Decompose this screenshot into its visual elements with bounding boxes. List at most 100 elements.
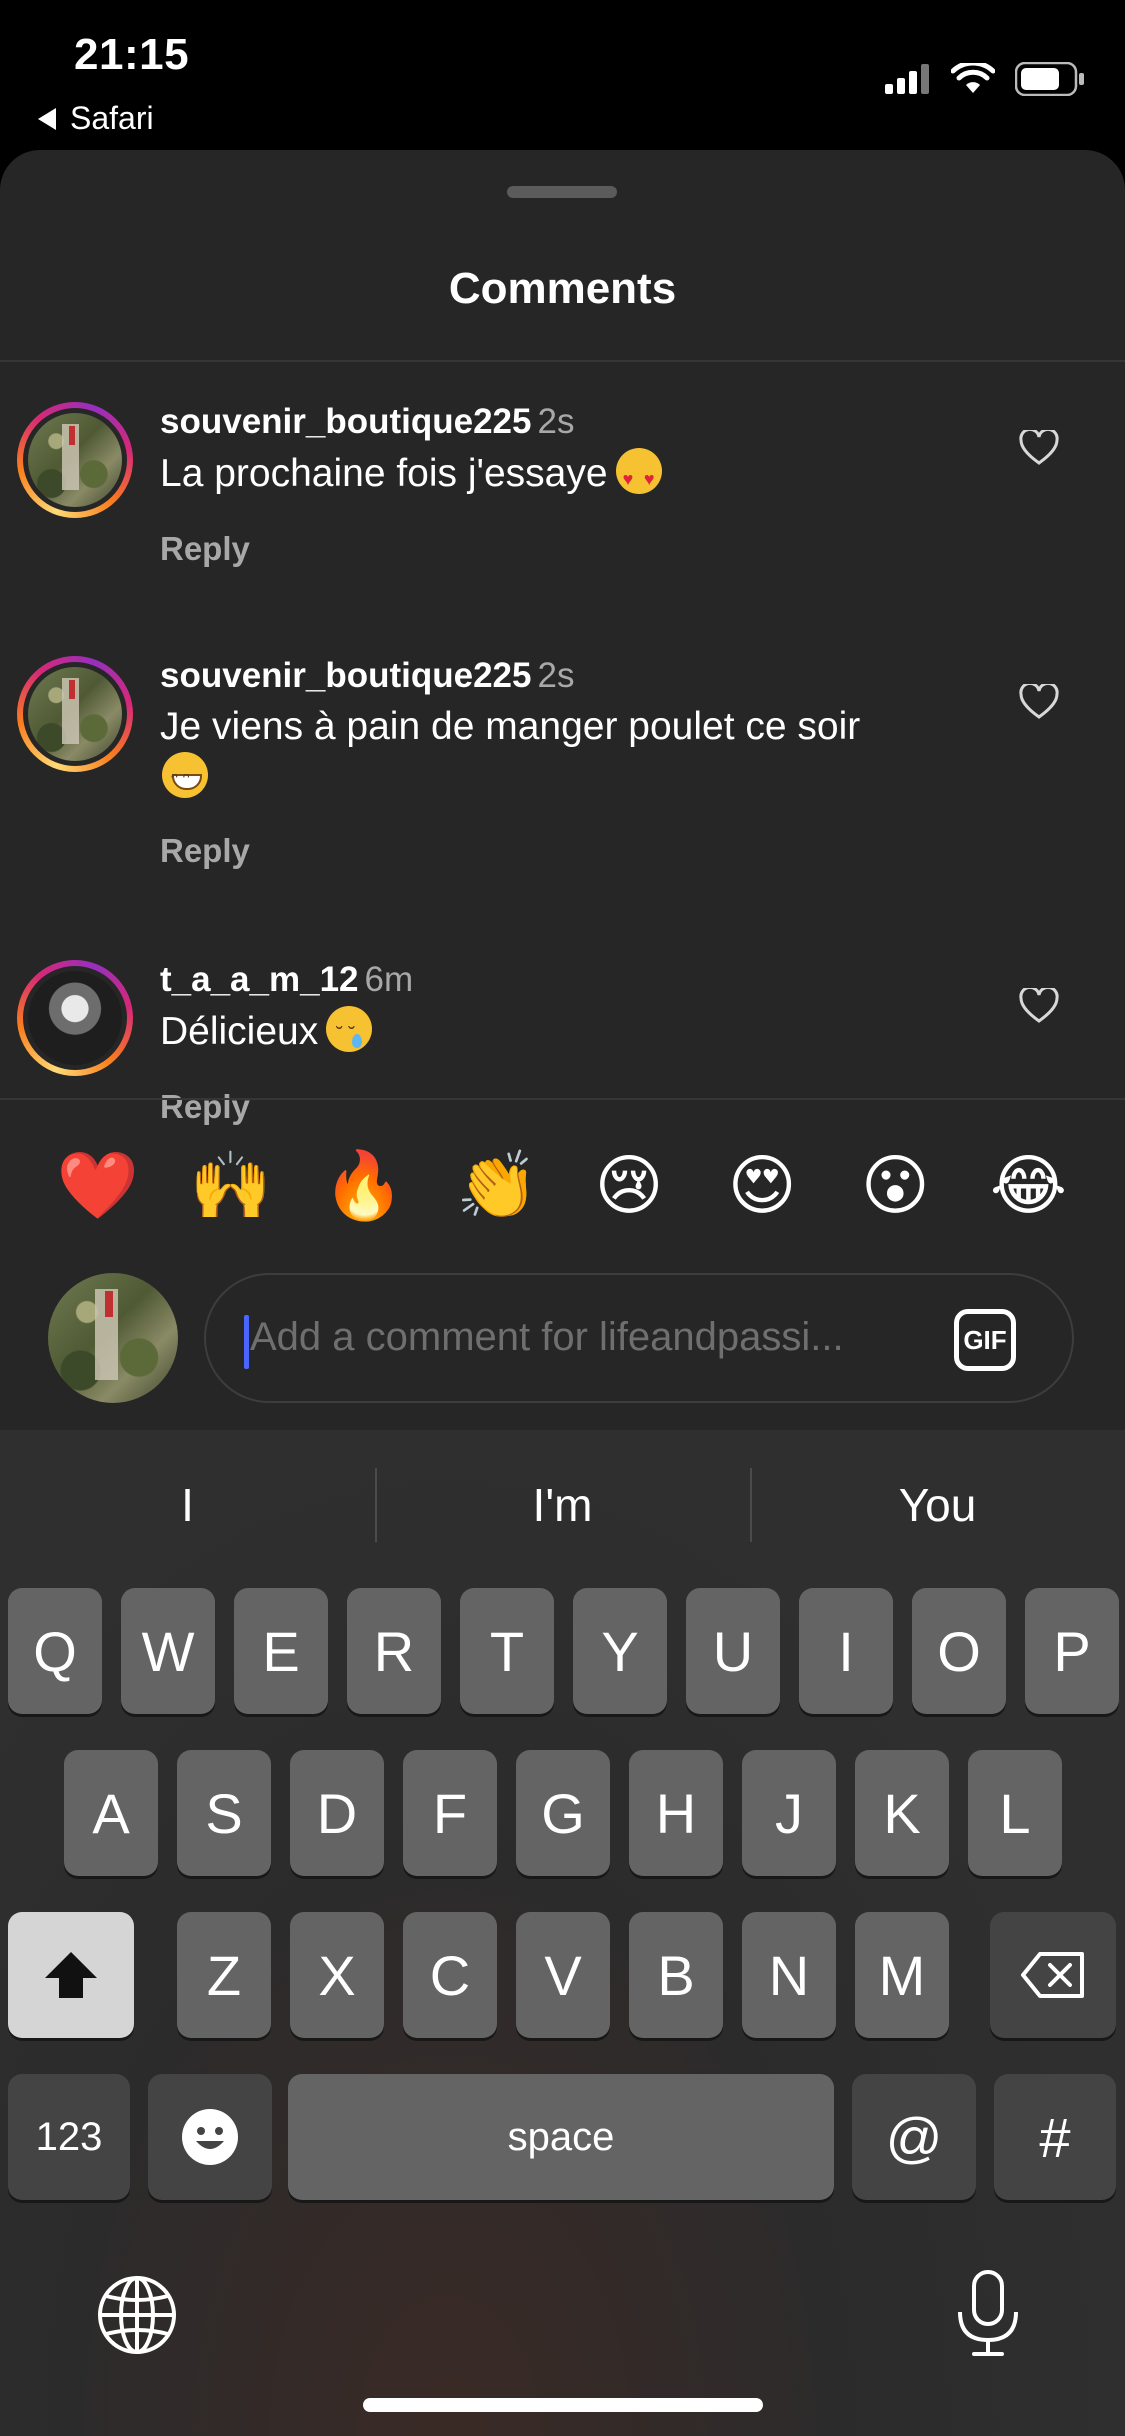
key-h[interactable]: H	[629, 1750, 723, 1876]
key-d[interactable]: D	[290, 1750, 384, 1876]
text-cursor	[244, 1315, 249, 1369]
key-v[interactable]: V	[516, 1912, 610, 2038]
key-s[interactable]: S	[177, 1750, 271, 1876]
reaction-crying-icon[interactable]: 😢	[589, 1152, 669, 1218]
key-g[interactable]: G	[516, 1750, 610, 1876]
comment-item: souvenir_boutique225 2s Je viens à pain d…	[0, 618, 1125, 908]
comment-body: Je viens à pain de manger poulet ce soir	[160, 705, 861, 748]
shift-arrow-icon	[45, 1952, 97, 1998]
suggestion[interactable]: I'm	[375, 1456, 750, 1554]
reaction-heart-eyes-icon[interactable]: 😍	[722, 1152, 802, 1218]
battery-icon	[1015, 62, 1084, 96]
comment-author[interactable]: souvenir_boutique225 2s	[160, 656, 574, 696]
comment-author[interactable]: t_a_a_m_12 6m	[160, 960, 413, 1000]
reply-button[interactable]: Reply	[160, 530, 250, 568]
globe-icon[interactable]	[96, 2274, 178, 2356]
like-heart-icon[interactable]	[1019, 684, 1059, 720]
key-r[interactable]: R	[347, 1588, 441, 1714]
key-c[interactable]: C	[403, 1912, 497, 2038]
comment-time: 2s	[537, 402, 575, 441]
key-n[interactable]: N	[742, 1912, 836, 2038]
story-ring[interactable]	[17, 656, 133, 772]
sheet-title: Comments	[448, 264, 677, 313]
comment-text: Délicieux	[160, 1006, 960, 1060]
key-x[interactable]: X	[290, 1912, 384, 2038]
key-l[interactable]: L	[968, 1750, 1062, 1876]
key-t[interactable]: T	[460, 1588, 554, 1714]
reaction-clapping-icon[interactable]: 👏	[456, 1152, 538, 1218]
sheet-grabber[interactable]	[507, 186, 617, 198]
cellular-signal-icon	[885, 64, 929, 94]
at-key[interactable]: @	[852, 2074, 976, 2200]
key-y[interactable]: Y	[573, 1588, 667, 1714]
story-ring[interactable]	[17, 402, 133, 518]
comment-author[interactable]: souvenir_boutique225 2s	[160, 402, 574, 442]
predictive-suggestions: I I'm You	[0, 1456, 1125, 1554]
gif-button[interactable]: GIF	[954, 1309, 1016, 1371]
home-indicator[interactable]	[363, 2398, 763, 2412]
reaction-fire-icon[interactable]: 🔥	[323, 1152, 405, 1218]
like-heart-icon[interactable]	[1019, 430, 1059, 466]
avatar[interactable]	[28, 413, 122, 507]
reaction-raising-hands-icon[interactable]: 🙌	[190, 1152, 272, 1218]
story-ring[interactable]	[17, 960, 133, 1076]
keyboard: I I'm You Q W E R T Y U I O P A S D F G …	[0, 1430, 1125, 2436]
comment-input[interactable]: Add a comment for lifeandpassi... GIF	[204, 1273, 1074, 1403]
back-app-label: Safari	[70, 100, 154, 136]
comment-text: Je viens à pain de manger poulet ce soir	[160, 702, 960, 804]
key-e[interactable]: E	[234, 1588, 328, 1714]
status-time: 21:15	[74, 30, 190, 79]
reaction-surprised-icon[interactable]: 😮	[855, 1152, 935, 1218]
avatar[interactable]	[28, 971, 122, 1065]
back-to-safari-link[interactable]: Safari	[38, 100, 154, 137]
comment-input-placeholder: Add a comment for lifeandpassi...	[250, 1315, 844, 1359]
comment-username[interactable]: souvenir_boutique225	[160, 402, 531, 441]
emoji-face-icon	[182, 2109, 238, 2165]
key-q[interactable]: Q	[8, 1588, 102, 1714]
key-m[interactable]: M	[855, 1912, 949, 2038]
comments-sheet: Comments souvenir_boutique225 2s La proch…	[0, 150, 1125, 1430]
key-b[interactable]: B	[629, 1912, 723, 2038]
key-i[interactable]: I	[799, 1588, 893, 1714]
status-icons	[885, 62, 1085, 96]
key-w[interactable]: W	[121, 1588, 215, 1714]
quick-reactions-bar: ❤️ 🙌 🔥 👏 😢 😍 😮 😂	[0, 1100, 1125, 1270]
reaction-laughing-icon[interactable]: 😂	[988, 1152, 1068, 1218]
comment-username[interactable]: t_a_a_m_12	[160, 960, 359, 999]
comment-composer: Add a comment for lifeandpassi... GIF	[0, 1270, 1125, 1430]
comment-time: 6m	[364, 960, 414, 999]
like-heart-icon[interactable]	[1019, 988, 1059, 1024]
hash-key[interactable]: #	[994, 2074, 1116, 2200]
key-p[interactable]: P	[1025, 1588, 1119, 1714]
microphone-icon[interactable]	[952, 2268, 1024, 2360]
comment-item: souvenir_boutique225 2s La prochaine fois…	[0, 362, 1125, 602]
comment-time: 2s	[537, 656, 575, 695]
key-a[interactable]: A	[64, 1750, 158, 1876]
key-j[interactable]: J	[742, 1750, 836, 1876]
shift-key[interactable]	[8, 1912, 134, 2038]
grinning-face-emoji-icon	[162, 752, 208, 804]
drooling-face-emoji-icon	[326, 1006, 373, 1060]
heart-eyes-emoji-icon	[615, 448, 662, 504]
current-user-avatar	[48, 1273, 178, 1403]
suggestion[interactable]: I	[0, 1456, 375, 1554]
delete-key[interactable]	[990, 1912, 1116, 2038]
key-z[interactable]: Z	[177, 1912, 271, 2038]
status-bar: 21:15 Safari	[0, 0, 1125, 150]
suggestion[interactable]: You	[750, 1456, 1125, 1554]
avatar[interactable]	[28, 667, 122, 761]
key-o[interactable]: O	[912, 1588, 1006, 1714]
numbers-key[interactable]: 123	[8, 2074, 130, 2200]
comment-username[interactable]: souvenir_boutique225	[160, 656, 531, 695]
comment-text: La prochaine fois j'essaye	[160, 448, 960, 504]
reply-button[interactable]: Reply	[160, 832, 250, 870]
comment-body: La prochaine fois j'essaye	[160, 452, 608, 495]
key-f[interactable]: F	[403, 1750, 497, 1876]
key-k[interactable]: K	[855, 1750, 949, 1876]
reaction-heart-icon[interactable]: ❤️	[57, 1152, 139, 1218]
backspace-icon	[1021, 1952, 1084, 1998]
wifi-icon	[951, 63, 995, 93]
space-key[interactable]: space	[288, 2074, 834, 2200]
key-u[interactable]: U	[686, 1588, 780, 1714]
emoji-key[interactable]	[148, 2074, 272, 2200]
